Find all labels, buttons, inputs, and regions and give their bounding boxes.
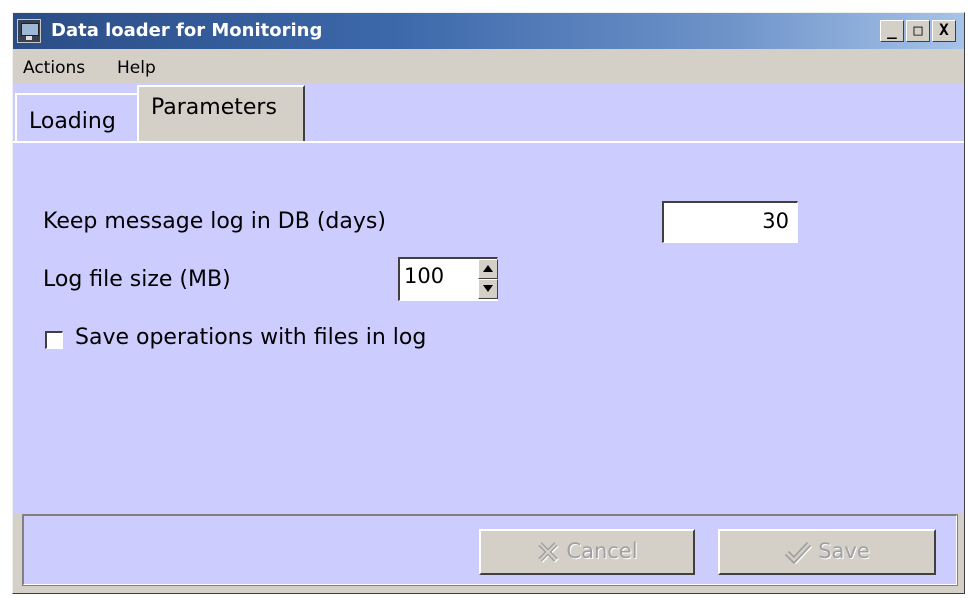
save-button[interactable]: Save [718, 529, 936, 575]
title-bar[interactable]: Data loader for Monitoring _ □ X [13, 13, 964, 49]
checkmark-icon [784, 540, 813, 564]
tab-parameters[interactable]: Parameters [137, 85, 305, 141]
stepper-down-button[interactable] [478, 279, 498, 299]
arrow-up-icon [483, 265, 493, 272]
keep-log-label: Keep message log in DB (days) [43, 209, 386, 234]
minimize-button[interactable]: _ [880, 20, 904, 42]
save-ops-checkbox[interactable] [45, 331, 63, 349]
stepper-up-button[interactable] [478, 259, 498, 279]
app-window: Data loader for Monitoring _ □ X Actions… [12, 12, 965, 594]
window-title: Data loader for Monitoring [51, 20, 323, 41]
cancel-button-label: Cancel [566, 539, 638, 563]
button-bar: Cancel Save [22, 514, 958, 586]
menu-bar: Actions Help [13, 49, 964, 83]
keep-log-days-input[interactable]: 30 [662, 201, 798, 243]
tab-loading[interactable]: Loading [15, 93, 139, 141]
cancel-button[interactable]: Cancel [479, 529, 695, 575]
save-ops-label[interactable]: Save operations with files in log [75, 325, 426, 350]
maximize-button[interactable]: □ [906, 20, 930, 42]
log-file-size-label: Log file size (MB) [43, 267, 231, 292]
tab-strip: Loading Parameters [13, 83, 964, 141]
menu-item-help[interactable]: Help [117, 58, 156, 78]
cancel-x-icon [536, 540, 560, 564]
save-button-label: Save [818, 539, 870, 563]
log-file-size-value[interactable]: 100 [404, 264, 444, 288]
parameters-panel: Keep message log in DB (days) 30 Log fil… [13, 141, 964, 513]
arrow-down-icon [483, 285, 493, 292]
close-button[interactable]: X [932, 20, 956, 42]
menu-item-actions[interactable]: Actions [23, 58, 85, 78]
monitor-icon [17, 19, 41, 43]
log-file-size-stepper[interactable]: 100 [398, 257, 498, 301]
